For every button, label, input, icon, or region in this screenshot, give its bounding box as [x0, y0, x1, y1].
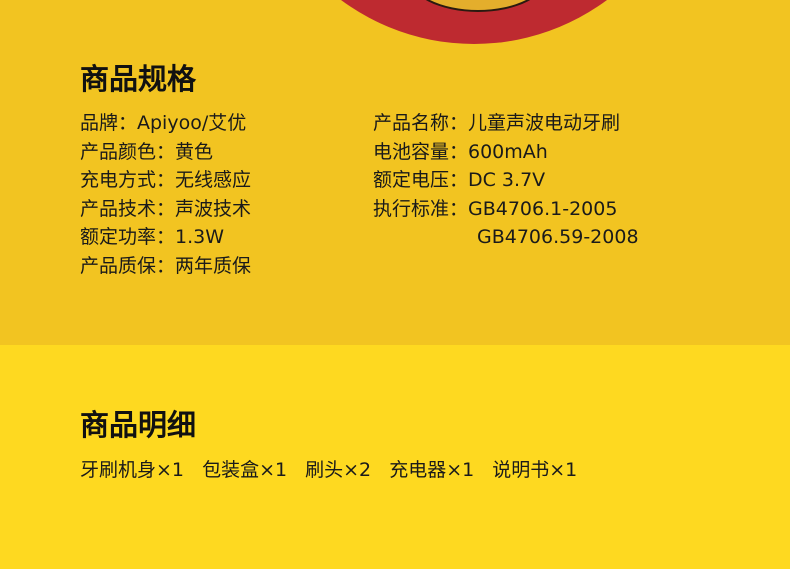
spec-battery: 电池容量：600mAh — [373, 140, 548, 163]
contents-item: 刷头×2 — [305, 459, 372, 481]
specs-left-column: 品牌：Apiyoo/艾优 产品颜色：黄色 充电方式：无线感应 产品技术：声波技术… — [80, 109, 251, 280]
spec-power: 额定功率：1.3W — [80, 226, 225, 248]
spec-standard: 执行标准：GB4706.1-2005 — [373, 197, 618, 220]
contents-item: 牙刷机身×1 — [80, 459, 185, 481]
spec-color: 产品颜色：黄色 — [80, 140, 214, 163]
spec-standard-2: GB4706.59-2008 — [477, 226, 639, 248]
contents-item: 充电器×1 — [389, 459, 475, 481]
specs-title: 商品规格 — [80, 62, 197, 96]
spec-charging: 充电方式：无线感应 — [80, 169, 252, 191]
spec-technology: 产品技术：声波技术 — [80, 197, 252, 220]
spec-brand: 品牌：Apiyoo/艾优 — [80, 112, 247, 134]
spec-voltage: 额定电压：DC 3.7V — [373, 169, 546, 191]
spec-product-name: 产品名称：儿童声波电动牙刷 — [373, 112, 621, 134]
contents-item: 说明书×1 — [492, 459, 578, 481]
specs-section: 商品规格 品牌：Apiyoo/艾优 产品颜色：黄色 充电方式：无线感应 产品技术… — [0, 0, 790, 345]
spec-warranty: 产品质保：两年质保 — [80, 254, 252, 277]
contents-list: 牙刷机身×1 包装盒×1 刷头×2 充电器×1 说明书×1 — [80, 455, 589, 482]
specs-right-column: 产品名称：儿童声波电动牙刷 电池容量：600mAh 额定电压：DC 3.7V 执… — [373, 109, 639, 252]
contents-item: 包装盒×1 — [202, 459, 288, 481]
contents-title: 商品明细 — [80, 408, 197, 442]
